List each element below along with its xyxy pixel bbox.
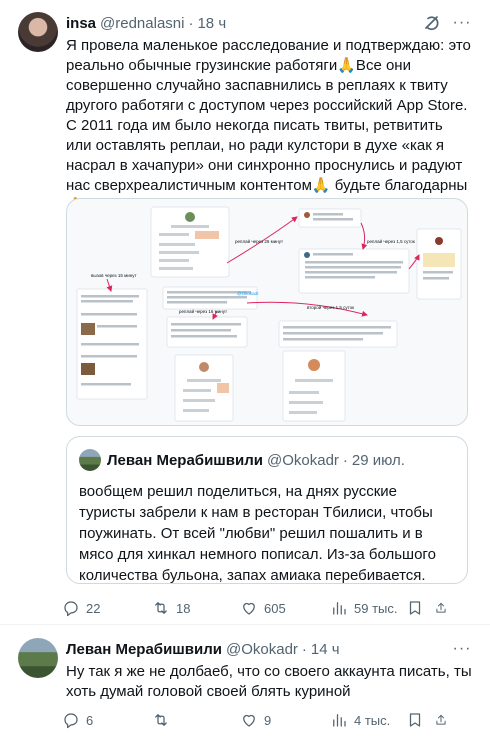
separator: ·: [188, 14, 194, 32]
tweet-time[interactable]: 14 ч: [311, 641, 340, 658]
share-icon: [436, 602, 446, 613]
collage-tag: @Okokadr: [237, 291, 259, 296]
separator: ·: [301, 640, 307, 658]
quoted-tweet-text: вообщем решил поделиться, на днях русски…: [79, 483, 436, 584]
quoted-author-name: Леван Мерабишвили: [107, 451, 263, 469]
author-name[interactable]: Леван Мерабишвили: [66, 641, 222, 658]
views-icon: [333, 602, 346, 615]
reply-count: 22: [86, 600, 101, 616]
attached-image[interactable]: реплай через 26 минут реплай через 1,5 с…: [66, 198, 468, 426]
avatar[interactable]: [18, 638, 58, 678]
reply-button[interactable]: 6: [62, 709, 152, 731]
collage-label-5: вызов через 15 минут: [91, 273, 137, 278]
bookmark-icon: [409, 601, 421, 615]
quoted-tweet-header: Леван Мерабишвили @Okokadr · 29 июл.: [79, 449, 405, 471]
tweet-header: insa @rednalasni · 18 ч ···: [66, 13, 472, 33]
collage-label-2: реплай через 1,5 суток: [367, 238, 415, 244]
tweet-text: Я провела маленькое расследование и подт…: [66, 37, 471, 214]
thread-collage: реплай через 26 минут реплай через 1,5 с…: [76, 206, 462, 422]
like-button[interactable]: 9: [240, 709, 330, 731]
tweet[interactable]: insa @rednalasni · 18 ч ··· Я провела ма…: [0, 0, 490, 625]
like-count: 9: [264, 712, 272, 728]
views-button[interactable]: 4 тыс.: [330, 709, 406, 731]
retweet-count: 18: [176, 600, 191, 616]
reply-button[interactable]: 22: [62, 597, 152, 619]
quoted-author-handle: @Okokadr: [266, 451, 339, 469]
more-icon[interactable]: ···: [452, 13, 472, 33]
collage-label-1: реплай через 26 минут: [235, 238, 283, 244]
view-count: 59 тыс.: [354, 600, 398, 616]
views-button[interactable]: 59 тыс.: [330, 597, 406, 619]
retweet-button[interactable]: [152, 709, 240, 731]
tweet-text: Ну так я же не долбаеб, что со своего ак…: [66, 663, 476, 700]
reply-icon: [64, 713, 78, 729]
share-icon: [436, 714, 446, 725]
author-handle[interactable]: @Okokadr: [226, 641, 298, 658]
like-button[interactable]: 605: [240, 597, 330, 619]
grok-icon[interactable]: [422, 13, 442, 33]
action-bar: 22 18 605 59 тыс.: [62, 597, 476, 619]
bookmark-button[interactable]: [406, 597, 434, 619]
bookmark-icon: [409, 713, 421, 727]
views-icon: [333, 714, 346, 727]
action-bar: 6 9 4 тыс.: [62, 709, 476, 731]
reply-icon: [64, 601, 78, 617]
author-name[interactable]: insa: [66, 15, 96, 32]
quoted-tweet[interactable]: Леван Мерабишвили @Okokadr · 29 июл. воо…: [66, 436, 468, 584]
retweet-icon: [155, 602, 167, 614]
collage-label-3: второй через 1,5 суток: [307, 304, 354, 310]
view-count: 4 тыс.: [354, 712, 391, 728]
collage-label-4: реплай через 16 минут: [179, 308, 227, 314]
like-icon: [243, 714, 255, 727]
separator: ·: [342, 451, 348, 469]
tweet-header: Леван Мерабишвили @Okokadr · 14 ч ···: [66, 639, 472, 659]
retweet-button[interactable]: 18: [152, 597, 240, 619]
tweet-time[interactable]: 18 ч: [197, 15, 226, 32]
reply-count: 6: [86, 712, 94, 728]
bookmark-button[interactable]: [406, 709, 434, 731]
avatar[interactable]: [18, 12, 58, 52]
tweet[interactable]: Леван Мерабишвили @Okokadr · 14 ч ··· Ну…: [0, 626, 490, 736]
avatar: [79, 449, 101, 471]
more-icon[interactable]: ···: [452, 639, 472, 659]
like-icon: [243, 602, 255, 615]
share-button[interactable]: [434, 597, 454, 619]
retweet-icon: [155, 714, 167, 726]
share-button[interactable]: [434, 709, 454, 731]
like-count: 605: [264, 600, 286, 616]
quoted-tweet-time: 29 июл.: [351, 451, 405, 469]
author-handle[interactable]: @rednalasni: [100, 15, 184, 32]
